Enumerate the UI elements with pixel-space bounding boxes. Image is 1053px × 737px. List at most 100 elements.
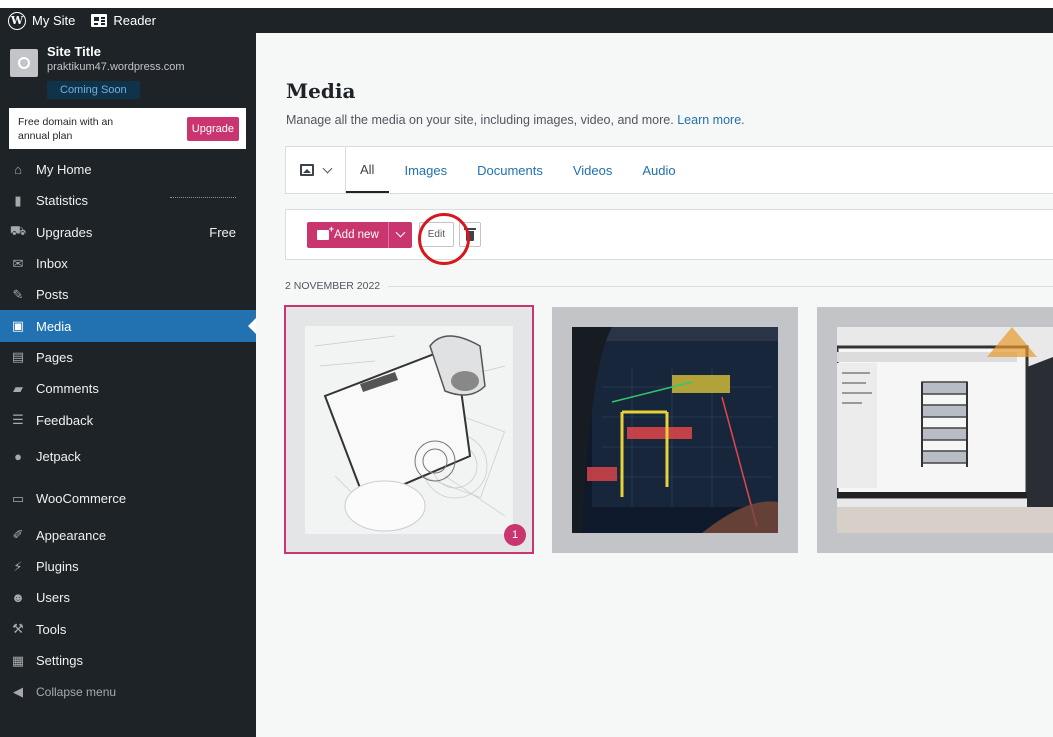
- media-thumbnail: [837, 327, 1053, 533]
- sidebar-item-appearance[interactable]: ✐ Appearance: [0, 520, 256, 551]
- selection-count-badge: 1: [504, 524, 526, 546]
- sidebar-item-plugins[interactable]: ⚡ Plugins: [0, 551, 256, 582]
- sidebar-item-label: Collapse menu: [36, 684, 117, 699]
- sidebar-item-label: Upgrades: [36, 224, 93, 240]
- sidebar-item-settings[interactable]: ▦ Settings: [0, 645, 256, 676]
- upgrades-badge: Free: [209, 224, 236, 240]
- sidebar-item-my-home[interactable]: ⌂ My Home: [0, 154, 256, 185]
- annotation-circle: [418, 213, 470, 265]
- media-filter-bar: All Images Documents Videos Audio: [285, 146, 1053, 194]
- tab-documents[interactable]: Documents: [462, 147, 558, 193]
- stats-sparkline: [170, 197, 236, 199]
- sidebar-item-label: Feedback: [36, 412, 94, 428]
- cart-icon: ⛟: [9, 223, 27, 239]
- sidebar-item-users[interactable]: ☻ Users: [0, 582, 256, 613]
- date-group-header: 2 NOVEMBER 2022: [285, 280, 1053, 292]
- media-thumbnail: [305, 326, 513, 534]
- date-group-label: 2 NOVEMBER 2022: [285, 280, 381, 292]
- sidebar-item-comments[interactable]: ▰ Comments: [0, 373, 256, 404]
- reader-label: Reader: [113, 13, 156, 28]
- page-subtitle: Manage all the media on your site, inclu…: [286, 113, 745, 127]
- sidebar-item-label: Appearance: [36, 527, 107, 543]
- sidebar-item-media[interactable]: ▣ Media: [0, 310, 256, 342]
- sidebar: Site Title praktikum47.wordpress.com Com…: [0, 33, 256, 737]
- upgrade-button[interactable]: Upgrade: [186, 116, 239, 141]
- sidebar-item-label: Comments: [36, 381, 99, 397]
- sidebar-item-label: WooCommerce: [36, 491, 127, 507]
- sidebar-item-pages[interactable]: ▤ Pages: [0, 342, 256, 373]
- tab-videos[interactable]: Videos: [558, 147, 628, 193]
- reader-link[interactable]: Reader: [83, 8, 164, 33]
- sidebar-item-label: My Home: [36, 162, 92, 178]
- site-card[interactable]: Site Title praktikum47.wordpress.com Com…: [0, 33, 256, 108]
- tab-audio[interactable]: Audio: [627, 147, 690, 193]
- status-badge: Coming Soon: [47, 81, 140, 99]
- sidebar-item-jetpack[interactable]: ● Jetpack: [0, 436, 256, 478]
- sidebar-item-label: Settings: [36, 653, 83, 668]
- my-site-link[interactable]: W My Site: [0, 8, 83, 33]
- bar-chart-icon: ▮: [14, 192, 22, 208]
- page-subtitle-text: Manage all the media on your site, inclu…: [286, 113, 674, 127]
- site-title: Site Title: [47, 44, 101, 59]
- media-tile[interactable]: [552, 307, 798, 553]
- brush-icon: ✐: [12, 527, 24, 543]
- sidebar-item-posts[interactable]: ✎ Posts: [0, 279, 256, 310]
- sidebar-item-label: Media: [36, 318, 72, 334]
- sidebar-item-label: Jetpack: [36, 449, 81, 465]
- add-new-dropdown[interactable]: [387, 221, 412, 248]
- my-site-label: My Site: [32, 13, 76, 28]
- sidebar-item-inbox[interactable]: ✉ Inbox: [0, 248, 256, 279]
- sidebar-item-label: Plugins: [36, 559, 79, 575]
- sidebar-item-tools[interactable]: ⚒ Tools: [0, 614, 256, 645]
- comment-icon: ▰: [13, 380, 23, 396]
- plug-icon: ⚡: [13, 558, 23, 574]
- main-content: Media Manage all the media on your site,…: [256, 33, 1053, 737]
- media-tile[interactable]: 1: [284, 305, 534, 554]
- reader-icon: [91, 14, 108, 27]
- media-action-bar: Add new Edit: [285, 209, 1053, 260]
- sidebar-item-woocommerce[interactable]: ▭ WooCommerce: [0, 478, 256, 520]
- add-new-label: Add new: [334, 228, 379, 241]
- user-icon: ☻: [11, 590, 25, 606]
- upsell-text: Free domain with an annual plan: [18, 115, 114, 142]
- collapse-icon: ◀: [13, 683, 23, 699]
- feedback-icon: ☰: [12, 412, 24, 428]
- settings-icon: ▦: [11, 652, 25, 668]
- sidebar-item-upgrades[interactable]: ⛟ Upgrades Free: [0, 217, 256, 248]
- home-icon: ⌂: [14, 162, 22, 178]
- domain-upsell: Free domain with an annual plan Upgrade: [9, 108, 246, 149]
- add-new-button-group: Add new: [307, 221, 412, 248]
- mail-icon: ✉: [12, 255, 24, 271]
- media-thumbnail: [572, 327, 778, 533]
- media-type-dropdown[interactable]: [286, 147, 346, 193]
- sidebar-item-label: Statistics: [36, 193, 89, 209]
- divider: [388, 285, 1053, 287]
- sidebar-item-label: Pages: [36, 349, 73, 365]
- sidebar-menu: ⌂ My Home ▮ Statistics ⛟ Upgrades Free ✉…: [0, 154, 256, 707]
- media-tile[interactable]: [817, 307, 1053, 553]
- sidebar-item-statistics[interactable]: ▮ Statistics: [0, 185, 256, 216]
- add-new-button[interactable]: Add new: [307, 222, 388, 248]
- sidebar-item-feedback[interactable]: ☰ Feedback: [0, 404, 256, 435]
- media-icon: ▣: [11, 318, 25, 334]
- sidebar-item-label: Inbox: [36, 256, 68, 272]
- chevron-down-icon: [322, 163, 333, 173]
- page-title: Media: [286, 79, 356, 103]
- chevron-down-icon: [395, 227, 406, 238]
- tab-all[interactable]: All: [346, 147, 390, 193]
- image-icon: [300, 164, 314, 176]
- tab-images[interactable]: Images: [389, 147, 462, 193]
- learn-more-link[interactable]: Learn more.: [677, 113, 744, 127]
- site-url: praktikum47.wordpress.com: [47, 61, 185, 73]
- page-icon: ▤: [11, 349, 25, 365]
- sidebar-item-label: Users: [36, 590, 70, 606]
- jetpack-icon: ●: [14, 449, 22, 465]
- sidebar-item-label: Posts: [36, 287, 69, 303]
- add-image-icon: [317, 224, 334, 240]
- wrench-icon: ⚒: [12, 621, 24, 637]
- globe-icon: [10, 49, 38, 77]
- wordpress-logo-icon: W: [8, 11, 26, 30]
- filter-tabs: All Images Documents Videos Audio: [346, 147, 691, 193]
- sidebar-item-collapse[interactable]: ◀ Collapse menu: [0, 676, 256, 707]
- woo-icon: ▭: [11, 490, 25, 506]
